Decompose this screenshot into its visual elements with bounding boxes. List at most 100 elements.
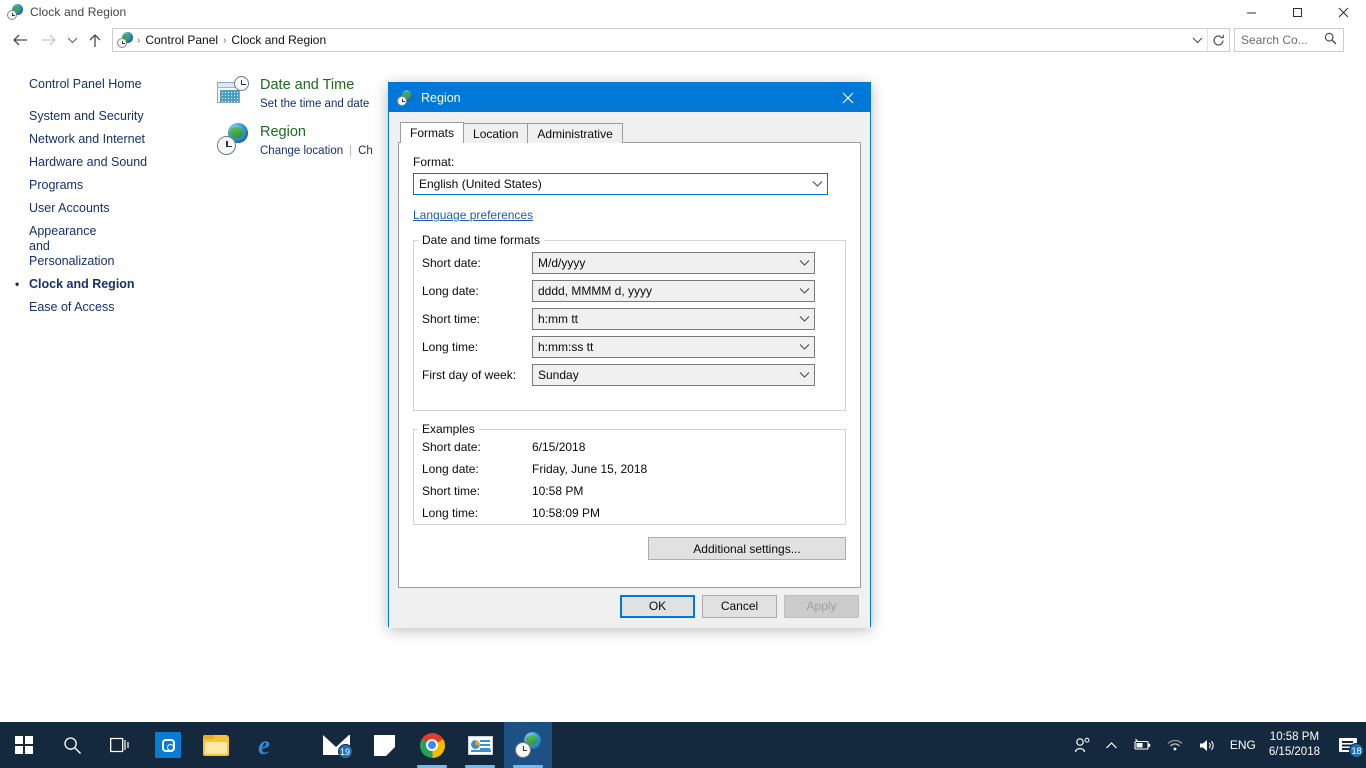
battery-icon[interactable]: [1125, 722, 1159, 768]
region-icon: [397, 89, 413, 106]
sidebar-item-control-panel-home[interactable]: Control Panel Home: [0, 73, 205, 96]
date-and-time-icon: [217, 76, 249, 108]
apply-button[interactable]: Apply: [784, 594, 859, 618]
cp-links-region: Change location | Ch: [260, 143, 373, 159]
chevron-down-icon[interactable]: [1187, 29, 1207, 51]
example-value-long-date: Friday, June 15, 2018: [532, 462, 648, 476]
ok-button[interactable]: OK: [620, 594, 695, 618]
additional-settings-button[interactable]: Additional settings...: [648, 537, 846, 560]
taskbar-app-sticky-notes[interactable]: [360, 722, 408, 768]
chevron-down-icon: [795, 370, 814, 381]
dialog-close-button[interactable]: [826, 83, 870, 112]
action-center-icon: 18: [1339, 738, 1364, 758]
label-short-time: Short time:: [422, 312, 481, 326]
chevron-down-icon: [808, 179, 827, 190]
row-first-day-of-week: First day of week: Sunday: [422, 361, 845, 389]
cancel-button[interactable]: Cancel: [702, 594, 777, 618]
date-and-time-formats-group: Date and time formats Short date: M/d/yy…: [413, 233, 846, 411]
long-time-combobox[interactable]: h:mm:ss tt: [532, 336, 815, 358]
action-center-button[interactable]: 18: [1330, 722, 1366, 768]
people-icon[interactable]: [1067, 722, 1098, 768]
date-and-time-formats-legend: Date and time formats: [422, 233, 541, 247]
short-date-combobox[interactable]: M/d/yyyy: [532, 252, 815, 274]
region-icon: [515, 732, 541, 758]
label-long-date: Long date:: [422, 284, 479, 298]
recent-locations-button[interactable]: [62, 25, 82, 55]
taskbar-app-file-explorer[interactable]: [192, 722, 240, 768]
volume-icon[interactable]: [1191, 722, 1223, 768]
system-tray: ENG 10:58 PM 6/15/2018 18: [1067, 722, 1366, 768]
powerpoint-icon: [467, 735, 493, 755]
search-placeholder: Search Co...: [1241, 33, 1308, 47]
region-dialog: Region Formats Location Administrative F…: [388, 82, 871, 628]
link-change-truncated[interactable]: Ch: [358, 145, 373, 157]
close-button[interactable]: [1320, 0, 1366, 24]
navigation-bar: › Control Panel › Clock and Region Searc…: [0, 24, 1366, 56]
search-input[interactable]: Search Co...: [1234, 28, 1344, 52]
examples-group: Examples Short date: 6/15/2018 Long date…: [413, 422, 846, 525]
additional-settings-row: Additional settings...: [413, 537, 846, 560]
taskbar-app-mail[interactable]: 19: [312, 722, 360, 768]
sidebar-item-user-accounts[interactable]: User Accounts: [0, 197, 205, 220]
label-short-date: Short date:: [422, 256, 481, 270]
format-combobox-value: English (United States): [419, 177, 542, 191]
mail-badge-count: 19: [337, 744, 353, 759]
examples-legend: Examples: [422, 422, 475, 436]
language-preferences-link[interactable]: Language preferences: [413, 208, 533, 222]
tab-location[interactable]: Location: [463, 123, 529, 143]
minimize-button[interactable]: [1228, 0, 1274, 24]
long-time-value: h:mm:ss tt: [538, 340, 594, 354]
cp-title-date-and-time[interactable]: Date and Time: [260, 76, 369, 94]
start-button[interactable]: [0, 722, 48, 768]
address-bar[interactable]: › Control Panel › Clock and Region: [112, 28, 1230, 52]
forward-button[interactable]: [34, 25, 62, 55]
example-label-long-date: Long date:: [422, 462, 479, 476]
back-button[interactable]: [6, 25, 34, 55]
taskbar-app-powerpoint[interactable]: [456, 722, 504, 768]
breadcrumb-control-panel[interactable]: Control Panel: [141, 29, 222, 51]
sidebar-item-clock-and-region[interactable]: Clock and Region: [0, 273, 205, 296]
example-value-short-time: 10:58 PM: [532, 484, 584, 498]
taskbar-app-photos[interactable]: [144, 722, 192, 768]
window-titlebar: Clock and Region: [0, 0, 1366, 24]
link-set-the-time-and-date[interactable]: Set the time and date: [260, 98, 369, 110]
clock-time: 10:58 PM: [1269, 731, 1320, 743]
long-date-combobox[interactable]: dddd, MMMM d, yyyy: [532, 280, 815, 302]
format-combobox[interactable]: English (United States): [413, 173, 828, 195]
sidebar-item-network-and-internet[interactable]: Network and Internet: [0, 128, 205, 151]
tab-administrative[interactable]: Administrative: [527, 123, 623, 143]
folder-icon: [203, 734, 229, 756]
up-button[interactable]: [82, 25, 108, 55]
short-time-combobox[interactable]: h:mm tt: [532, 308, 815, 330]
chevron-down-icon: [795, 286, 814, 297]
row-long-time: Long time: h:mm:ss tt: [422, 333, 845, 361]
sidebar-item-ease-of-access[interactable]: Ease of Access: [0, 296, 205, 319]
chrome-icon: [419, 732, 445, 758]
dialog-title: Region: [421, 90, 461, 105]
tab-formats[interactable]: Formats: [400, 122, 465, 143]
taskbar-app-edge[interactable]: e: [240, 722, 288, 768]
task-view-icon: [110, 737, 129, 752]
refresh-icon[interactable]: [1207, 29, 1229, 51]
sidebar-item-hardware-and-sound[interactable]: Hardware and Sound: [0, 151, 205, 174]
first-day-of-week-combobox[interactable]: Sunday: [532, 364, 815, 386]
clock[interactable]: 10:58 PM 6/15/2018: [1263, 722, 1330, 768]
sidebar-item-system-and-security[interactable]: System and Security: [0, 105, 205, 128]
search-button[interactable]: [48, 722, 96, 768]
label-first-day-of-week: First day of week:: [422, 368, 517, 382]
example-row-long-date: Long date: Friday, June 15, 2018: [422, 458, 845, 480]
link-change-location[interactable]: Change location: [260, 145, 343, 157]
taskbar-app-region[interactable]: [504, 722, 552, 768]
wifi-icon[interactable]: [1159, 722, 1191, 768]
sidebar-item-appearance-and-personalization[interactable]: Appearance and Personalization: [0, 220, 114, 273]
language-indicator[interactable]: ENG: [1223, 722, 1263, 768]
taskbar-app-chrome[interactable]: [408, 722, 456, 768]
task-view-button[interactable]: [96, 722, 144, 768]
maximize-button[interactable]: [1274, 0, 1320, 24]
breadcrumb-clock-and-region[interactable]: Clock and Region: [227, 29, 330, 51]
cp-item-region: Region Change location | Ch: [217, 123, 373, 159]
sidebar-item-programs[interactable]: Programs: [0, 174, 205, 197]
search-icon[interactable]: [1324, 32, 1337, 48]
show-hidden-icons-chevron[interactable]: [1098, 722, 1125, 768]
cp-title-region[interactable]: Region: [260, 123, 373, 141]
